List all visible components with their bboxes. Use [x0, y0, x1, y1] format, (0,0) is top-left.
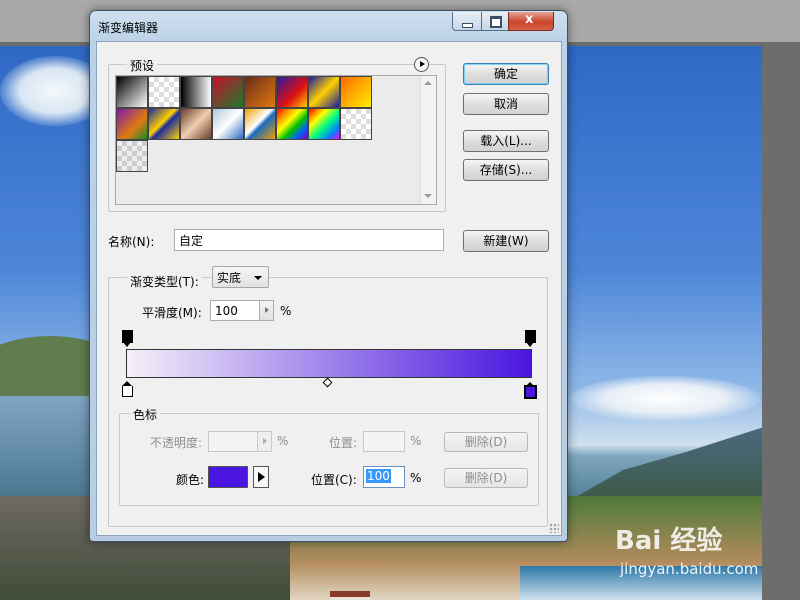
- stops-group: [119, 413, 539, 506]
- preset-swatch[interactable]: [340, 108, 372, 140]
- presets-menu-arrow-icon[interactable]: [414, 57, 429, 72]
- preset-swatch[interactable]: [244, 76, 276, 108]
- watermark-url: jingyan.baidu.com: [620, 560, 759, 578]
- color-menu-arrow-icon[interactable]: [253, 466, 269, 488]
- preset-swatch[interactable]: [116, 76, 148, 108]
- smoothness-unit: %: [280, 304, 292, 318]
- opacity-location-unit: %: [410, 434, 422, 448]
- name-input[interactable]: 自定: [174, 229, 444, 251]
- delete-opacity-stop-button[interactable]: 删除(D): [444, 432, 528, 452]
- close-button[interactable]: x: [508, 12, 554, 31]
- presets-label: 预设: [127, 57, 158, 74]
- preset-swatch[interactable]: [180, 76, 212, 108]
- maximize-button[interactable]: [481, 12, 509, 31]
- dialog-title: 渐变编辑器: [98, 21, 159, 35]
- ok-button[interactable]: 确定: [463, 63, 549, 85]
- presets-list: [115, 75, 437, 205]
- close-icon: x: [525, 12, 534, 27]
- photo-house: [330, 591, 370, 600]
- preset-swatch[interactable]: [212, 76, 244, 108]
- stop-opacity-stepper[interactable]: [257, 431, 272, 452]
- preset-swatch[interactable]: [244, 108, 276, 140]
- minimize-button[interactable]: [452, 12, 482, 31]
- delete-color-stop-button[interactable]: 删除(D): [444, 468, 528, 488]
- presets-scrollbar[interactable]: [420, 76, 436, 204]
- preset-swatch[interactable]: [212, 108, 244, 140]
- color-location-unit: %: [410, 471, 422, 485]
- resize-grip-icon[interactable]: [549, 523, 559, 533]
- load-button[interactable]: 载入(L)...: [463, 130, 549, 152]
- preset-swatch[interactable]: [308, 108, 340, 140]
- stop-color-label: 颜色:: [176, 473, 205, 487]
- presets-group: 预设: [108, 57, 446, 212]
- stops-label: 色标: [130, 406, 161, 423]
- watermark-logo: Bai 经验: [615, 526, 723, 556]
- preset-swatch[interactable]: [340, 76, 372, 108]
- stop-opacity-label: 不透明度:: [150, 436, 203, 450]
- preset-swatch[interactable]: [180, 108, 212, 140]
- presets-grid: [116, 76, 388, 172]
- color-stop-left[interactable]: [122, 381, 133, 397]
- photo-cloud: [570, 376, 760, 421]
- gradient-editor-dialog: 渐变编辑器 x 预设 确定 取消 载入(L)... 存储(S)... 名称(N)…: [89, 10, 568, 542]
- smoothness-input[interactable]: 100: [210, 300, 260, 321]
- opacity-location-label: 位置:: [329, 436, 358, 450]
- color-location-input[interactable]: 100: [363, 466, 405, 488]
- photo-mountain: [560, 425, 762, 506]
- smoothness-label: 平滑度(M):: [142, 306, 202, 320]
- preset-swatch[interactable]: [116, 108, 148, 140]
- name-label: 名称(N):: [108, 235, 155, 249]
- dialog-client-area: 预设 确定 取消 载入(L)... 存储(S)... 名称(N): 自定 新建(…: [96, 41, 562, 536]
- preset-swatch[interactable]: [276, 76, 308, 108]
- scroll-down-arrow-icon[interactable]: [424, 194, 432, 198]
- preset-swatch[interactable]: [308, 76, 340, 108]
- preset-swatch[interactable]: [276, 108, 308, 140]
- photo-lake: [0, 396, 100, 496]
- gradient-preview-bar[interactable]: [126, 349, 532, 378]
- opacity-location-input[interactable]: [363, 431, 405, 452]
- opacity-stop-right[interactable]: [525, 330, 536, 347]
- cancel-button[interactable]: 取消: [463, 93, 549, 115]
- stop-color-swatch[interactable]: [208, 466, 248, 488]
- stop-opacity-input[interactable]: [208, 431, 258, 452]
- preset-swatch[interactable]: [116, 140, 148, 172]
- preset-swatch[interactable]: [148, 108, 180, 140]
- color-location-label: 位置(C):: [311, 473, 357, 487]
- opacity-stop-left[interactable]: [122, 330, 133, 347]
- save-button[interactable]: 存储(S)...: [463, 159, 549, 181]
- preset-swatch[interactable]: [148, 76, 180, 108]
- stop-opacity-unit: %: [277, 434, 289, 448]
- gradient-type-label: 渐变类型(T):: [127, 273, 202, 290]
- color-location-value: 100: [366, 469, 391, 483]
- gradient-type-select[interactable]: 实底: [212, 266, 269, 288]
- new-button[interactable]: 新建(W): [463, 230, 549, 252]
- color-stop-right[interactable]: [524, 382, 537, 399]
- scroll-up-arrow-icon[interactable]: [424, 81, 432, 85]
- smoothness-stepper[interactable]: [259, 300, 274, 321]
